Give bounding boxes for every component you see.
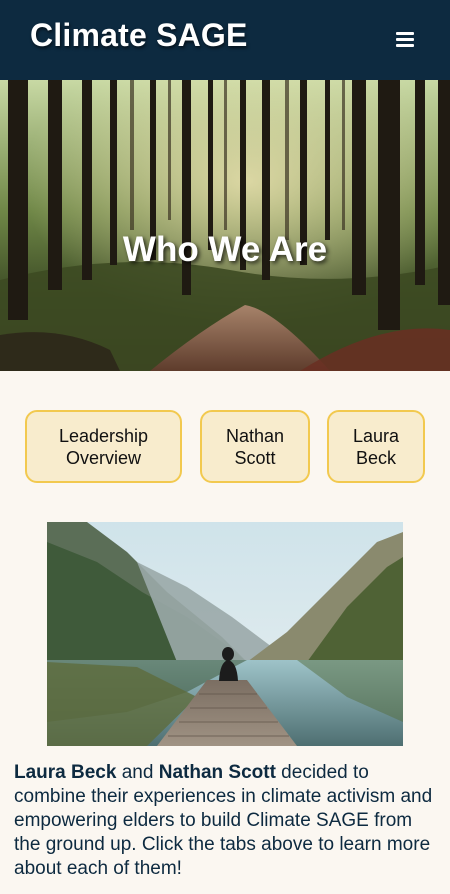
tab-label-line2: Scott [234, 447, 276, 468]
intro-conjunction: and [116, 762, 159, 783]
site-logo-text[interactable]: Climate SAGE [30, 17, 248, 54]
intro-paragraph: Laura Beck and Nathan Scott decided to c… [14, 761, 439, 881]
site-header: Climate SAGE [0, 0, 450, 80]
hero-title: Who We Are [122, 230, 328, 269]
tab-nathan-scott[interactable]: Nathan Scott [200, 410, 310, 483]
tab-label-line2: Overview [65, 447, 141, 468]
tab-label-line1: Laura [352, 425, 400, 446]
name-nathan-scott: Nathan Scott [158, 762, 276, 783]
person-on-dock-image [47, 522, 403, 746]
name-laura-beck: Laura Beck [14, 762, 117, 783]
tab-leadership-overview[interactable]: Leadership Overview [25, 410, 182, 483]
mountain-lake-photo [47, 522, 403, 746]
tab-label-line1: Leadership [58, 425, 149, 446]
tab-label-line1: Nathan [225, 425, 285, 446]
forest-path-image [0, 80, 450, 371]
hamburger-menu-icon[interactable] [396, 30, 418, 48]
tab-laura-beck[interactable]: Laura Beck [327, 410, 425, 483]
hero-banner: Who We Are [0, 80, 450, 371]
leadership-tabs: Leadership Overview Nathan Scott Laura B… [0, 410, 450, 483]
tab-label-line2: Beck [355, 447, 396, 468]
